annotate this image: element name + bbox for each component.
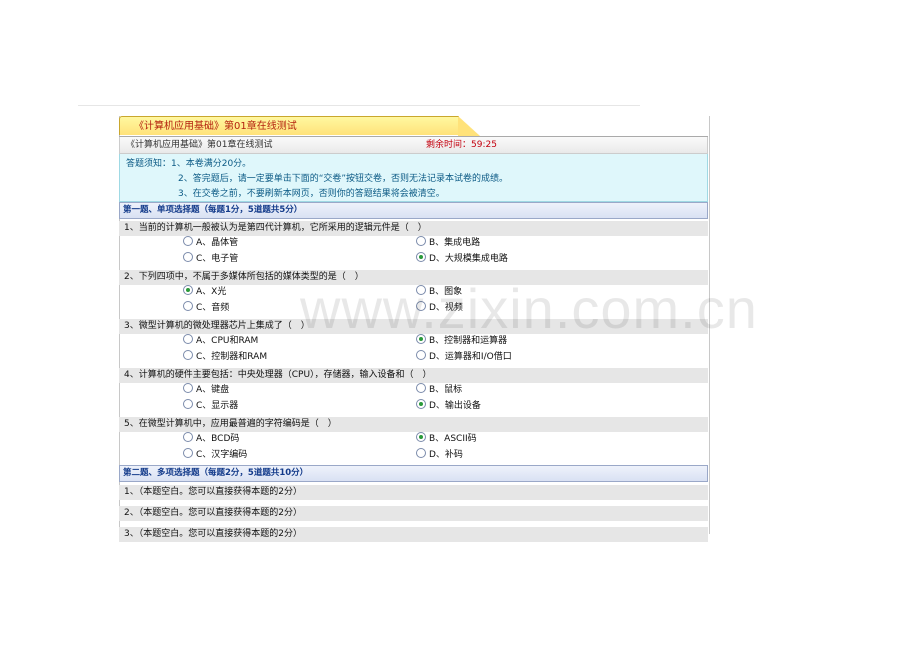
- answer-option[interactable]: A、CPU和RAM: [183, 334, 258, 349]
- tab-bar: 《计算机应用基础》第01章在线测试: [119, 116, 708, 137]
- answer-option[interactable]: A、BCD码: [183, 432, 239, 447]
- answer-option[interactable]: C、汉字编码: [183, 448, 247, 463]
- options-group: A、晶体管 B、集成电路 C、电子管 D、大规模集成电路: [119, 236, 708, 268]
- option-label: C、音频: [196, 303, 230, 313]
- answer-option[interactable]: B、集成电路: [416, 236, 480, 251]
- answer-option[interactable]: A、晶体管: [183, 236, 238, 251]
- instructions-box: 答题须知：1、本卷满分20分。 2、答完题后，请一定要单击下面的“交卷”按钮交卷…: [119, 154, 708, 202]
- question-text: 2、（本题空白。您可以直接获得本题的2分）: [119, 506, 708, 521]
- radio-button[interactable]: [183, 399, 193, 409]
- quiz-frame: 《计算机应用基础》第01章在线测试 《计算机应用基础》第01章在线测试 剩余时间…: [119, 116, 708, 542]
- radio-button[interactable]: [183, 301, 193, 311]
- answer-option[interactable]: A、键盘: [183, 383, 229, 398]
- instruction-line: 3、在交卷之前，不要刷新本网页，否则你的答题结果将会被清空。: [178, 189, 445, 199]
- option-label: C、电子管: [196, 254, 239, 264]
- option-label: D、补码: [429, 450, 463, 460]
- question-text: 2、下列四项中，不属于多媒体所包括的媒体类型的是（ ）: [119, 270, 708, 285]
- radio-button[interactable]: [416, 236, 426, 246]
- question-text: 3、微型计算机的微处理器芯片上集成了（ ）: [119, 319, 708, 334]
- question-text: 3、（本题空白。您可以直接获得本题的2分）: [119, 527, 708, 542]
- option-label: B、ASCII码: [429, 434, 477, 444]
- tab-quiz[interactable]: 《计算机应用基础》第01章在线测试: [119, 116, 459, 135]
- option-label: D、运算器和I/O借口: [429, 352, 512, 362]
- question-text: 5、在微型计算机中，应用最普遍的字符编码是（ ）: [119, 417, 708, 432]
- answer-option[interactable]: D、视频: [416, 301, 463, 316]
- radio-button[interactable]: [416, 252, 426, 262]
- option-label: A、晶体管: [196, 238, 239, 248]
- answer-option[interactable]: B、鼠标: [416, 383, 462, 398]
- answer-option[interactable]: B、ASCII码: [416, 432, 477, 447]
- option-label: C、汉字编码: [196, 450, 248, 460]
- section-single-choice-title: 第一题、单项选择题（每题1分，5道题共5分）: [119, 202, 708, 219]
- option-label: C、显示器: [196, 401, 239, 411]
- question-text: 1、当前的计算机一般被认为是第四代计算机，它所采用的逻辑元件是（ ）: [119, 221, 708, 236]
- options-group: A、BCD码 B、ASCII码 C、汉字编码 D、补码: [119, 432, 708, 464]
- radio-button[interactable]: [416, 334, 426, 344]
- quiz-header: 《计算机应用基础》第01章在线测试 剩余时间：59:25: [119, 137, 708, 154]
- option-label: D、大规模集成电路: [429, 254, 508, 264]
- radio-button[interactable]: [183, 285, 193, 295]
- options-group: A、X光 B、图象 C、音频 D、视频: [119, 285, 708, 317]
- option-label: C、控制器和RAM: [196, 352, 268, 362]
- option-label: A、键盘: [196, 385, 230, 395]
- question-text: 4、计算机的硬件主要包括：中央处理器（CPU），存储器，输入设备和（ ）: [119, 368, 708, 383]
- option-label: A、X光: [196, 287, 227, 297]
- instruction-line: 2、答完题后，请一定要单击下面的“交卷”按钮交卷，否则无法记录本试卷的成绩。: [178, 174, 509, 184]
- radio-button[interactable]: [183, 236, 193, 246]
- option-label: D、视频: [429, 303, 463, 313]
- option-label: A、BCD码: [196, 434, 240, 444]
- multi-choice-questions: 1、（本题空白。您可以直接获得本题的2分） 2、（本题空白。您可以直接获得本题的2…: [119, 485, 708, 542]
- remaining-time: 剩余时间：59:25: [426, 140, 497, 150]
- radio-button[interactable]: [416, 350, 426, 360]
- option-label: B、集成电路: [429, 238, 481, 248]
- radio-button[interactable]: [183, 448, 193, 458]
- radio-button[interactable]: [416, 399, 426, 409]
- instruction-line: 答题须知：1、本卷满分20分。: [126, 159, 252, 169]
- option-label: B、鼠标: [429, 385, 463, 395]
- options-group: A、键盘 B、鼠标 C、显示器 D、输出设备: [119, 383, 708, 415]
- single-choice-questions: 1、当前的计算机一般被认为是第四代计算机，它所采用的逻辑元件是（ ） A、晶体管 B…: [119, 221, 708, 464]
- answer-option[interactable]: C、电子管: [183, 252, 238, 267]
- radio-button[interactable]: [183, 432, 193, 442]
- answer-option[interactable]: B、控制器和运算器: [416, 334, 507, 349]
- section-multi-choice-title: 第二题、多项选择题（每题2分，5道题共10分）: [119, 465, 708, 482]
- answer-option[interactable]: D、运算器和I/O借口: [416, 350, 512, 365]
- answer-option[interactable]: D、补码: [416, 448, 463, 463]
- radio-button[interactable]: [183, 350, 193, 360]
- radio-button[interactable]: [183, 334, 193, 344]
- answer-option[interactable]: D、大规模集成电路: [416, 252, 508, 267]
- question-text: 1、（本题空白。您可以直接获得本题的2分）: [119, 485, 708, 500]
- answer-option[interactable]: C、控制器和RAM: [183, 350, 267, 365]
- answer-option[interactable]: A、X光: [183, 285, 226, 300]
- top-divider: [78, 105, 640, 106]
- radio-button[interactable]: [183, 252, 193, 262]
- option-label: D、输出设备: [429, 401, 481, 411]
- option-label: A、CPU和RAM: [196, 336, 259, 346]
- radio-button[interactable]: [416, 448, 426, 458]
- radio-button[interactable]: [416, 432, 426, 442]
- quiz-title: 《计算机应用基础》第01章在线测试: [126, 140, 273, 150]
- answer-option[interactable]: C、显示器: [183, 399, 238, 414]
- tab-corner: [458, 116, 480, 136]
- options-group: A、CPU和RAM B、控制器和运算器 C、控制器和RAM D、运算器和I/O借口: [119, 334, 708, 366]
- answer-option[interactable]: C、音频: [183, 301, 229, 316]
- radio-button[interactable]: [183, 383, 193, 393]
- answer-option[interactable]: D、输出设备: [416, 399, 481, 414]
- answer-option[interactable]: B、图象: [416, 285, 462, 300]
- radio-button[interactable]: [416, 301, 426, 311]
- radio-button[interactable]: [416, 383, 426, 393]
- option-label: B、控制器和运算器: [429, 336, 508, 346]
- option-label: B、图象: [429, 287, 463, 297]
- radio-button[interactable]: [416, 285, 426, 295]
